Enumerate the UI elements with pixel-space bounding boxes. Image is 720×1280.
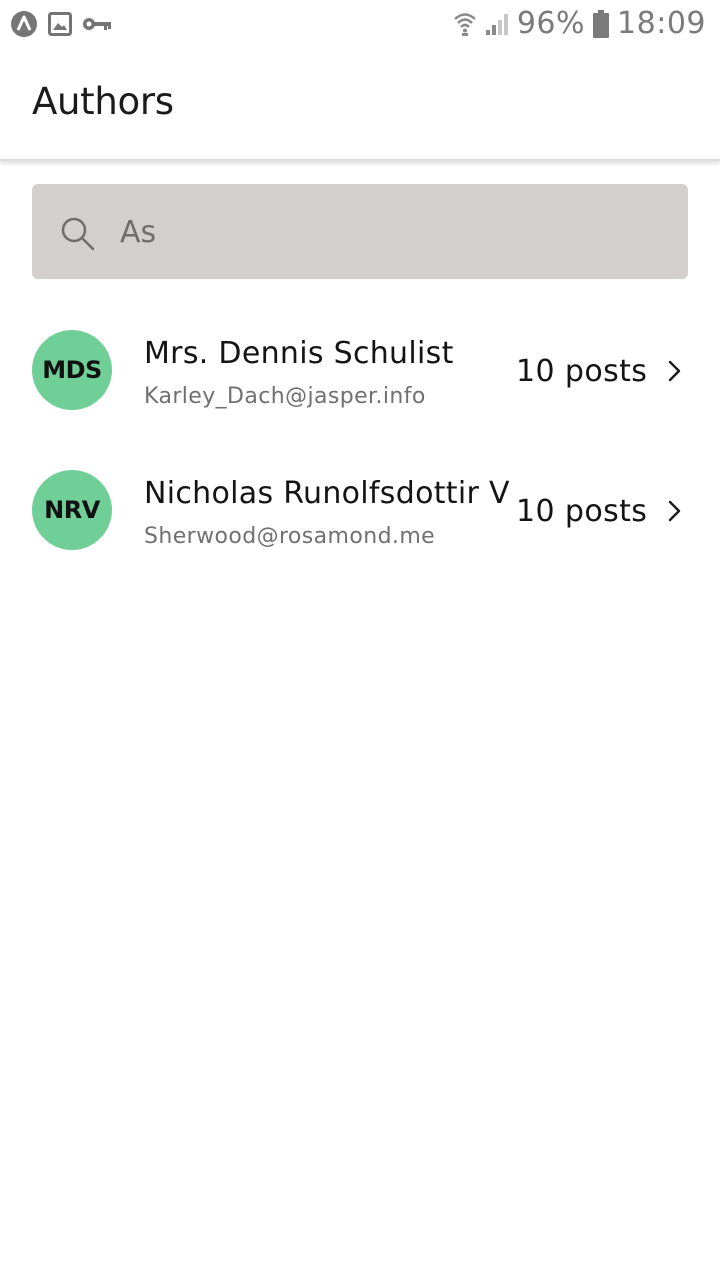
battery-icon <box>593 10 610 38</box>
search-bar[interactable] <box>32 184 688 279</box>
author-name: Mrs. Dennis Schulist <box>144 336 454 371</box>
chevron-right-icon[interactable] <box>664 500 686 522</box>
page-title: Authors <box>32 80 174 123</box>
post-count: 10 posts <box>516 354 648 389</box>
post-count: 10 posts <box>516 494 648 529</box>
author-email: Sherwood@rosamond.me <box>144 524 436 549</box>
app-logo-icon <box>10 10 38 38</box>
status-right-icons: 96% 18:09 <box>453 6 706 42</box>
list-item[interactable]: MDS Mrs. Dennis Schulist Karley_Dach@jas… <box>0 300 720 440</box>
author-name: Nicholas Runolfsdottir V <box>144 476 510 511</box>
search-input[interactable] <box>120 204 640 260</box>
app-bar: Authors <box>0 48 720 161</box>
battery-percent: 96% <box>516 6 586 41</box>
avatar: MDS <box>32 330 112 410</box>
wifi-icon <box>453 11 477 37</box>
list-item[interactable]: NRV Nicholas Runolfsdottir V Sherwood@ro… <box>0 440 720 580</box>
search-icon <box>60 216 96 252</box>
clock: 18:09 <box>617 6 706 41</box>
avatar: NRV <box>32 470 112 550</box>
author-list: MDS Mrs. Dennis Schulist Karley_Dach@jas… <box>0 300 720 580</box>
status-bar: 96% 18:09 <box>0 0 720 48</box>
image-icon <box>48 12 72 36</box>
chevron-right-icon[interactable] <box>664 360 686 382</box>
signal-icon <box>485 12 509 36</box>
author-email: Karley_Dach@jasper.info <box>144 384 426 409</box>
status-left-icons <box>10 10 112 38</box>
key-icon <box>82 14 112 34</box>
